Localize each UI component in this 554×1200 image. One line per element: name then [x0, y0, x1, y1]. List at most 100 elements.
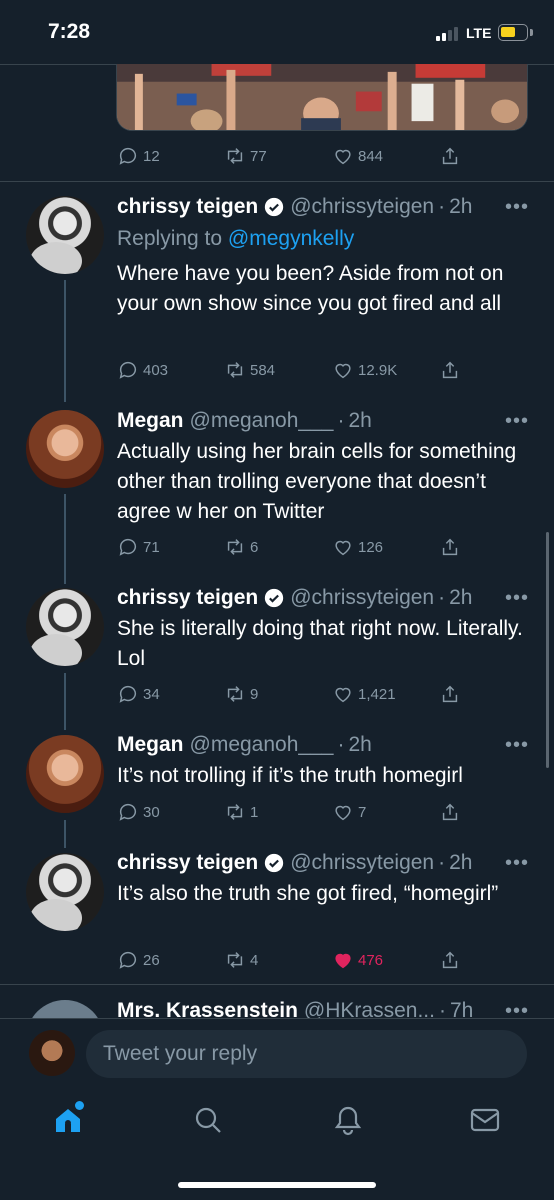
like-count: 7	[358, 803, 367, 821]
reply-button[interactable]: 26	[117, 947, 160, 973]
like-count: 1,421	[358, 685, 396, 703]
share-icon	[442, 951, 458, 969]
retweet-icon	[227, 362, 243, 378]
notifications-icon[interactable]	[332, 1104, 364, 1136]
reply-icon	[119, 951, 137, 969]
like-button[interactable]: 844	[332, 143, 383, 169]
reply-icon	[119, 538, 137, 556]
share-button[interactable]	[439, 357, 465, 383]
avatar[interactable]	[26, 588, 104, 666]
reply-button[interactable]: 71	[117, 534, 160, 560]
retweet-count: 1	[250, 803, 259, 821]
retweet-count: 584	[250, 361, 276, 379]
retweet-button[interactable]: 4	[224, 947, 258, 973]
tweet-header: Megan @meganoh___ · 2h	[117, 409, 372, 433]
scrollbar[interactable]	[546, 532, 549, 768]
author-handle[interactable]: @meganoh___	[190, 409, 334, 433]
verified-badge-icon	[265, 588, 284, 608]
tweet-text: It’s also the truth she got fired, “home…	[117, 882, 499, 905]
more-options-icon[interactable]: •••	[505, 587, 529, 610]
retweet-icon	[227, 952, 243, 968]
author-name[interactable]: Megan	[117, 409, 184, 433]
retweet-button[interactable]: 584	[224, 357, 275, 383]
retweet-button[interactable]: 6	[224, 534, 258, 560]
reply-count: 12	[143, 147, 160, 165]
more-options-icon[interactable]: •••	[505, 196, 529, 219]
tweet-actions: 12 77 844	[0, 143, 554, 169]
tweet-actions: 71 6 126	[0, 534, 554, 560]
signal-icon	[436, 27, 462, 41]
tweet-text: It’s not trolling if it’s the truth home…	[117, 764, 463, 787]
messages-icon[interactable]	[469, 1104, 501, 1136]
battery-icon	[498, 24, 528, 41]
replying-to: Replying to @megynkelly	[117, 227, 355, 250]
reply-button[interactable]: 34	[117, 681, 160, 707]
reply-count: 403	[143, 361, 169, 379]
retweet-icon	[227, 148, 243, 164]
share-button[interactable]	[439, 947, 465, 973]
retweet-button[interactable]: 77	[224, 143, 267, 169]
heart-icon	[335, 687, 351, 703]
unread-dot	[75, 1101, 84, 1110]
like-button[interactable]: 1,421	[332, 681, 396, 707]
avatar[interactable]	[26, 410, 104, 488]
more-options-icon[interactable]: •••	[505, 734, 529, 757]
tweet-media-image[interactable]	[116, 64, 528, 131]
author-name[interactable]: Megan	[117, 733, 184, 757]
divider	[0, 181, 554, 182]
tweet-header: Megan @meganoh___ · 2h	[117, 733, 372, 757]
like-count: 844	[358, 147, 384, 165]
like-count: 126	[358, 538, 384, 556]
avatar[interactable]	[26, 196, 104, 274]
heart-icon	[335, 540, 351, 556]
author-handle[interactable]: @chrissyteigen	[290, 851, 434, 875]
author-name[interactable]: chrissy teigen	[117, 851, 258, 875]
heart-icon	[335, 805, 351, 821]
reply-button[interactable]: 12	[117, 143, 160, 169]
my-avatar[interactable]	[29, 1030, 75, 1076]
tweet-header: chrissy teigen @chrissyteigen · 2h	[117, 586, 473, 610]
tweet-header: chrissy teigen @chrissyteigen · 2h	[117, 195, 473, 219]
share-icon	[442, 685, 458, 703]
tweet-actions: 403 584 12.9K	[0, 357, 554, 383]
share-icon	[442, 803, 458, 821]
author-handle[interactable]: @meganoh___	[190, 733, 334, 757]
more-options-icon[interactable]: •••	[505, 852, 529, 875]
reply-count: 26	[143, 951, 160, 969]
like-button[interactable]: 476	[332, 947, 383, 973]
reply-icon	[119, 147, 137, 165]
author-handle[interactable]: @chrissyteigen	[290, 195, 434, 219]
reply-count: 30	[143, 803, 160, 821]
retweet-icon	[227, 804, 243, 820]
heart-icon	[335, 363, 351, 379]
avatar[interactable]	[26, 853, 104, 931]
verified-badge-icon	[265, 853, 284, 873]
tweet-text: Where have you been? Aside from not on y…	[117, 262, 504, 315]
mention-link[interactable]: @megynkelly	[228, 227, 354, 250]
author-name[interactable]: chrissy teigen	[117, 586, 258, 610]
reply-icon	[119, 361, 137, 379]
like-button[interactable]: 12.9K	[332, 357, 397, 383]
share-button[interactable]	[439, 799, 465, 825]
tweet-time: 2h	[449, 586, 473, 609]
like-button[interactable]: 126	[332, 534, 383, 560]
home-indicator[interactable]	[178, 1182, 376, 1188]
author-handle[interactable]: @chrissyteigen	[290, 586, 434, 610]
reply-input[interactable]: Tweet your reply	[86, 1030, 527, 1078]
like-button[interactable]: 7	[332, 799, 366, 825]
share-button[interactable]	[439, 534, 465, 560]
retweet-button[interactable]: 9	[224, 681, 258, 707]
status-bar: 7:28 LTE	[0, 0, 554, 64]
tweet-time: 2h	[449, 195, 473, 218]
share-button[interactable]	[439, 681, 465, 707]
reply-button[interactable]: 403	[117, 357, 168, 383]
search-icon[interactable]	[192, 1104, 224, 1136]
reply-icon	[119, 685, 137, 703]
author-name[interactable]: chrissy teigen	[117, 195, 258, 219]
heart-filled-icon	[335, 953, 351, 969]
more-options-icon[interactable]: •••	[505, 410, 529, 433]
retweet-button[interactable]: 1	[224, 799, 258, 825]
thread-connector	[64, 280, 66, 402]
share-button[interactable]	[439, 143, 465, 169]
reply-button[interactable]: 30	[117, 799, 160, 825]
